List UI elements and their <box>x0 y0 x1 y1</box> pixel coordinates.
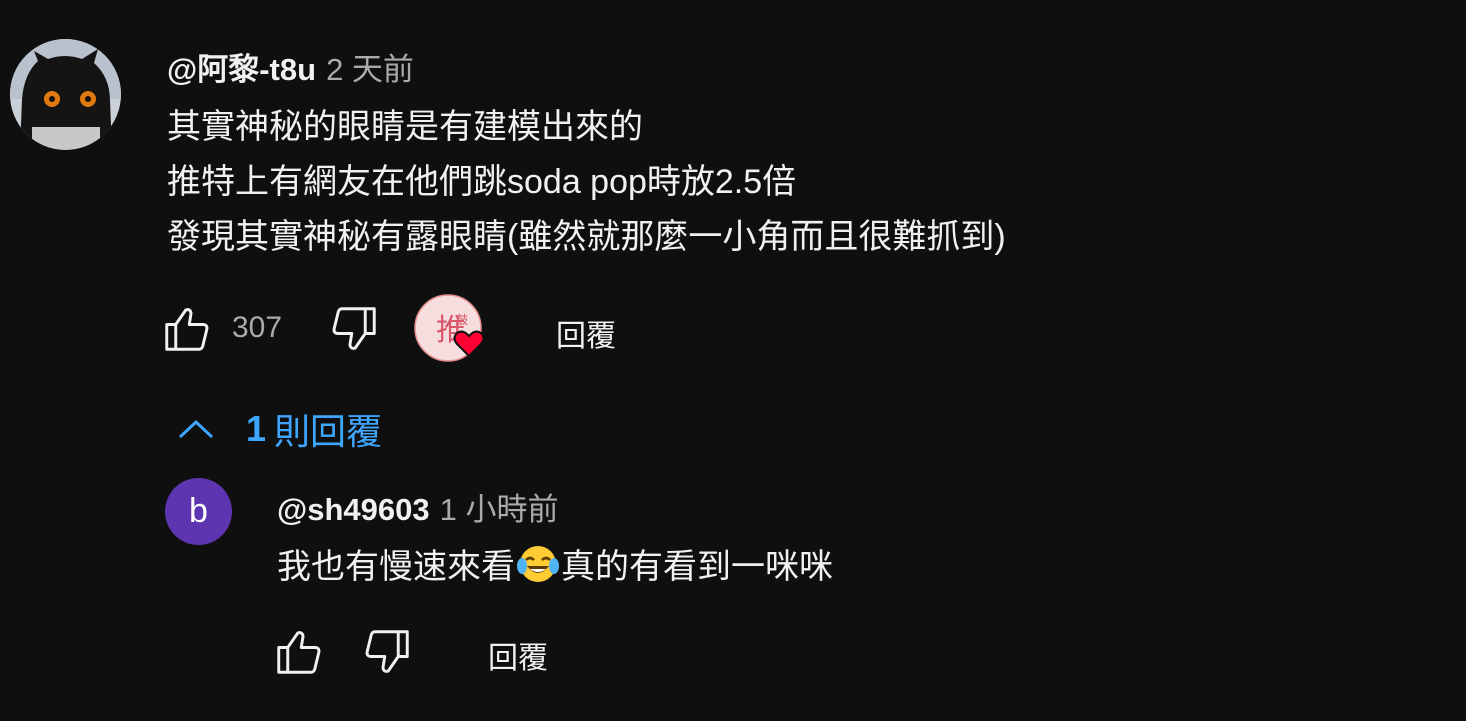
reply-reply-button[interactable]: 回覆 <box>488 633 548 677</box>
thumbs-up-icon <box>165 308 209 351</box>
comment-line: 推特上有網友在他們跳soda pop時放2.5倍 <box>167 163 797 201</box>
reply-time[interactable]: 1 小時前 <box>440 484 559 529</box>
comment-line: 其實神秘的眼睛是有建模出來的 <box>167 108 643 146</box>
like-count: 307 <box>232 311 283 344</box>
commenter-avatar[interactable] <box>10 39 121 150</box>
reply-body: 我也有慢速來看 真的有看到一咪咪 <box>277 540 833 601</box>
reply-button[interactable]: 回覆 <box>556 311 616 355</box>
laughing-crying-emoji-icon <box>517 544 559 601</box>
black-cat-avatar-icon <box>10 39 121 150</box>
reply-author[interactable]: @sh49603 <box>277 492 430 528</box>
reply-count: 1 <box>246 408 267 449</box>
creator-avatar-icon: 推 鼓 <box>414 294 485 362</box>
reply-avatar-letter: b <box>189 492 208 530</box>
reply-avatar[interactable]: b <box>165 478 232 545</box>
comment-thread: @阿黎-t8u 2 天前 其實神秘的眼睛是有建模出來的 推特上有網友在他們跳so… <box>0 0 1466 721</box>
creator-heart-badge: 推 鼓 <box>414 294 486 366</box>
chevron-up-icon <box>178 419 214 439</box>
reply-dislike-button[interactable] <box>360 625 414 679</box>
comment-body: 其實神秘的眼睛是有建模出來的 推特上有網友在他們跳soda pop時放2.5倍 … <box>167 100 1006 265</box>
svg-text:鼓: 鼓 <box>456 313 468 327</box>
reply-count-label: 則回覆 <box>274 411 383 452</box>
thumbs-down-icon <box>365 630 409 673</box>
thumbs-down-icon <box>332 307 376 350</box>
comment-line: 發現其實神秘有露眼睛(雖然就那麼一小角而且很難抓到) <box>167 218 1006 256</box>
reply-header: @sh49603 1 小時前 <box>277 484 558 529</box>
thumbs-up-icon <box>277 631 321 674</box>
comment-header: @阿黎-t8u 2 天前 <box>167 44 414 89</box>
comment-author[interactable]: @阿黎-t8u <box>167 44 316 89</box>
dislike-button[interactable] <box>327 302 381 356</box>
reply-text-end: 真的有看到一咪咪 <box>561 548 833 586</box>
comment-time[interactable]: 2 天前 <box>326 44 414 89</box>
reply-text-start: 我也有慢速來看 <box>277 548 515 586</box>
reply-like-button[interactable] <box>272 625 326 679</box>
hide-replies-button[interactable]: 1 則回覆 <box>176 403 382 455</box>
like-button[interactable] <box>160 302 214 356</box>
